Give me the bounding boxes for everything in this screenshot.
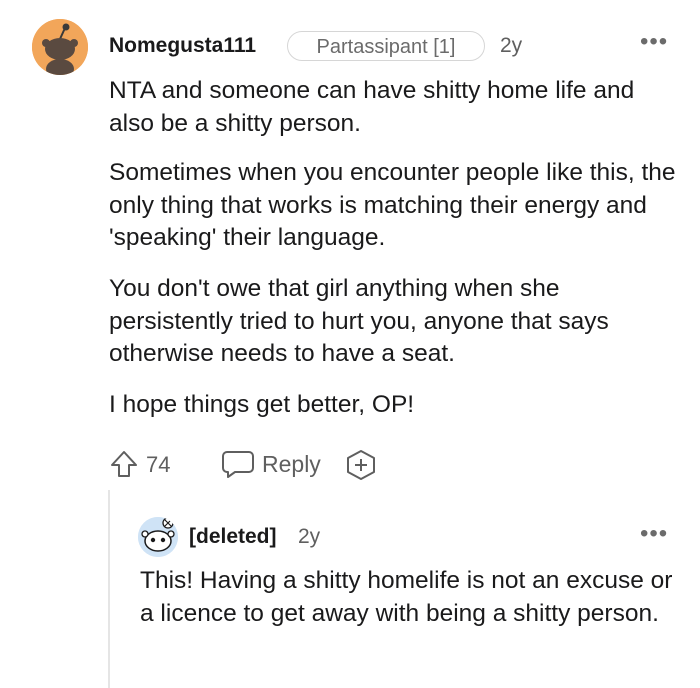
comment-timestamp[interactable]: 2y <box>500 34 522 58</box>
snoo-avatar-icon <box>32 19 88 75</box>
award-icon[interactable] <box>345 449 377 481</box>
reply-more-options-icon[interactable]: ••• <box>640 520 668 548</box>
reply-button[interactable]: Reply <box>262 451 321 478</box>
reply-timestamp[interactable]: 2y <box>298 525 320 549</box>
reply-body: This! Having a shitty homelife is not an… <box>140 567 673 627</box>
reply-author: [deleted] <box>189 525 277 548</box>
thread-line[interactable] <box>108 490 110 688</box>
vote-count: 74 <box>146 452 171 477</box>
user-flair-badge: Partassipant [1] <box>287 31 485 61</box>
comment-author[interactable]: Nomegusta111 <box>109 34 256 58</box>
comment-paragraph: I hope things get better, OP! <box>109 391 415 418</box>
comment-paragraph: Sometimes when you encounter people like… <box>109 159 676 251</box>
user-avatar[interactable] <box>32 19 88 75</box>
deleted-user-avatar <box>138 517 178 557</box>
deleted-snoo-icon <box>138 517 178 557</box>
upvote-icon[interactable] <box>109 449 139 479</box>
reply-bubble-icon[interactable] <box>221 449 255 479</box>
more-options-icon[interactable]: ••• <box>640 28 668 56</box>
comment-paragraph: You don't owe that girl anything when sh… <box>109 275 609 367</box>
comment-paragraph: NTA and someone can have shitty home lif… <box>109 77 635 137</box>
